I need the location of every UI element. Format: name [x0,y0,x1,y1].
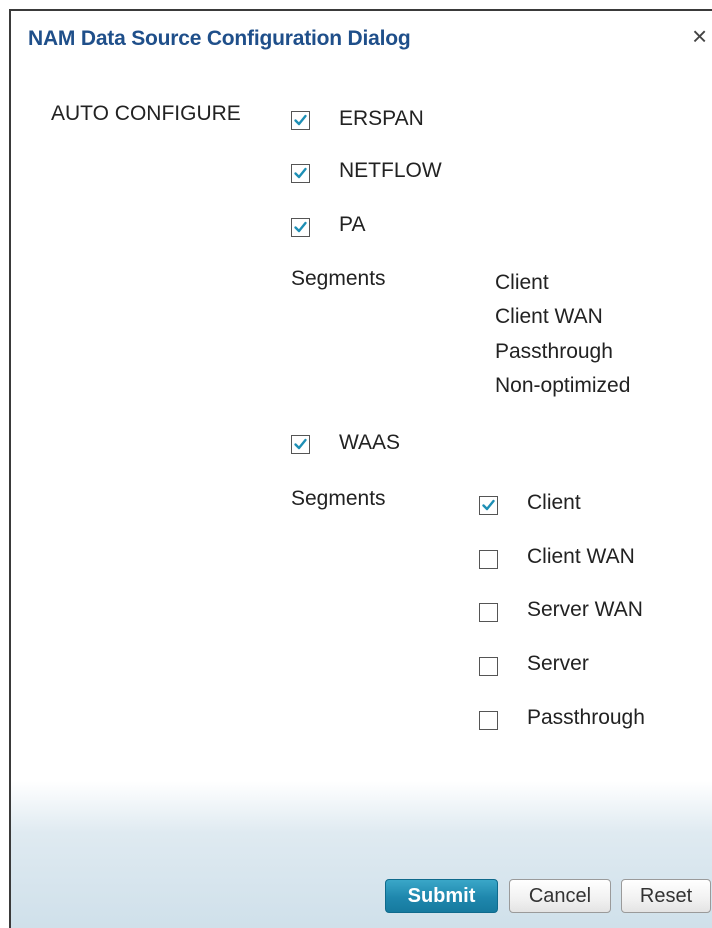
erspan-label: ERSPAN [339,107,424,130]
checkbox-waas[interactable] [291,435,310,454]
checkmark-icon [294,221,307,233]
netflow-label: NETFLOW [339,159,442,182]
checkbox-netflow[interactable] [291,164,310,183]
waas-label: WAAS [339,431,401,454]
reset-button[interactable]: Reset [621,879,711,913]
checkbox-waas-client-wan[interactable] [479,550,498,569]
checkmark-icon [294,438,307,450]
pa-label: PA [339,213,366,236]
cancel-button[interactable]: Cancel [509,879,611,913]
checkmark-icon [482,499,495,511]
waas-segment-server-wan: Server WAN [527,598,643,621]
close-icon[interactable]: × [692,21,707,52]
submit-button[interactable]: Submit [385,879,498,913]
pa-segment-non-optimized: Non-optimized [495,374,631,397]
pa-segment-passthrough: Passthrough [495,340,613,363]
dialog-title: NAM Data Source Configuration Dialog [28,27,411,50]
checkbox-waas-client[interactable] [479,496,498,515]
auto-configure-label: AUTO CONFIGURE [51,102,241,125]
checkbox-waas-server[interactable] [479,657,498,676]
pa-segment-client-wan: Client WAN [495,305,603,328]
waas-segment-server: Server [527,652,589,675]
waas-segment-client-wan: Client WAN [527,545,635,568]
waas-segment-passthrough: Passthrough [527,706,645,729]
checkbox-pa[interactable] [291,218,310,237]
checkbox-erspan[interactable] [291,111,310,130]
checkbox-waas-server-wan[interactable] [479,603,498,622]
waas-segments-label: Segments [291,487,386,510]
pa-segments-label: Segments [291,267,386,290]
waas-segment-client: Client [527,491,581,514]
nam-data-source-dialog: NAM Data Source Configuration Dialog × A… [9,9,712,928]
checkbox-waas-passthrough[interactable] [479,711,498,730]
pa-segment-client: Client [495,271,549,294]
checkmark-icon [294,114,307,126]
checkmark-icon [294,167,307,179]
